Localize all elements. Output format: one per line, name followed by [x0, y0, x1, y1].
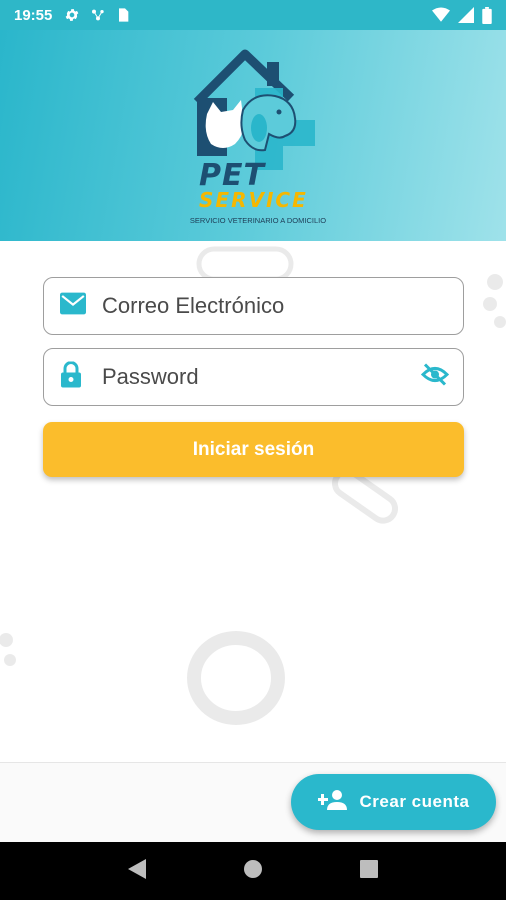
pet-service-logo: PET SERVICE SERVICIO VETERINARIO A DOMIC… [183, 40, 333, 230]
password-placeholder: Password [102, 364, 199, 389]
mail-icon [60, 292, 86, 320]
paw-decoration-left-icon [0, 633, 16, 666]
gear-icon [64, 7, 80, 23]
back-icon[interactable] [128, 858, 147, 884]
login-button[interactable]: Iniciar sesión [43, 422, 464, 477]
paw-decoration-icon [483, 274, 506, 328]
signal-icon [458, 7, 474, 23]
lock-icon [60, 361, 82, 393]
logo-tagline: SERVICIO VETERINARIO A DOMICILIO [189, 216, 327, 225]
password-field[interactable]: Password [43, 348, 464, 406]
battery-icon [482, 6, 492, 24]
status-time: 19:55 [14, 6, 53, 24]
email-field[interactable]: Correo Electrónico [43, 277, 464, 335]
syringe-decoration-icon [331, 470, 399, 524]
home-icon[interactable] [243, 859, 263, 884]
collar-decoration-icon [187, 631, 285, 725]
create-account-button[interactable]: Crear cuenta [291, 774, 496, 830]
sim-card-icon [116, 7, 130, 23]
recents-icon[interactable] [359, 859, 378, 883]
email-placeholder: Correo Electrónico [102, 293, 285, 318]
logo-word-service: SERVICE [199, 188, 308, 212]
house-pets-icon [193, 49, 315, 170]
header-banner: PET SERVICE SERVICIO VETERINARIO A DOMIC… [0, 30, 506, 241]
person-add-icon [316, 789, 348, 816]
visibility-off-icon[interactable] [420, 363, 450, 392]
system-nav-bar [0, 842, 506, 900]
status-bar: 19:55 [0, 0, 506, 30]
wifi-icon [432, 7, 450, 23]
network-icon [90, 7, 106, 23]
create-account-label: Crear cuenta [359, 792, 470, 811]
